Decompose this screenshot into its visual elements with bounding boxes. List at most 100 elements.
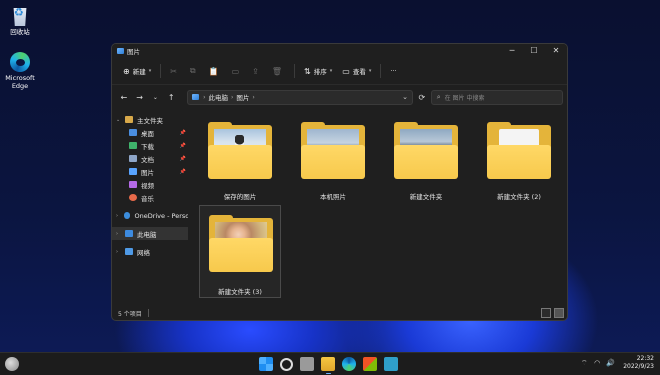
share-icon: ⇪	[252, 66, 259, 76]
pictures-folder-icon	[192, 94, 200, 100]
view-label: 查看	[352, 68, 366, 76]
music-icon	[129, 194, 137, 201]
sidebar-item-music[interactable]: 音乐	[112, 191, 188, 204]
pin-icon: 📌	[179, 168, 186, 175]
chevron-down-icon: ⌄	[116, 116, 121, 123]
minimize-button[interactable]: ─	[501, 44, 523, 58]
search-box[interactable]: ⌕ 在 图片 中搜索	[430, 89, 563, 105]
address-bar[interactable]: › 此电脑 › 图片 › ⌄	[187, 89, 413, 105]
delete-button[interactable]: 🗑	[267, 61, 290, 81]
desktop-icon	[129, 129, 137, 136]
sort-button[interactable]: ⇅ 排序 ▾	[299, 61, 337, 81]
network-icon	[125, 248, 133, 255]
pictures-folder-icon	[117, 48, 124, 54]
folder-item[interactable]: 保存的图片	[199, 115, 281, 201]
home-icon	[125, 116, 133, 123]
back-button[interactable]: ←	[116, 93, 132, 102]
share-button[interactable]: ⇪	[247, 61, 267, 81]
rename-button[interactable]: ▭	[227, 61, 248, 81]
address-dropdown-icon[interactable]: ⌄	[402, 93, 408, 101]
copy-button[interactable]: ⧉	[185, 61, 204, 81]
sidebar-item-documents[interactable]: 文档 📌	[112, 152, 188, 165]
file-explorer-window: 图片 ─ ☐ ✕ ⊕ 新建 ▾ ✂ ⧉ 📋 ▭ ⇪ 🗑 ⇅ 排序 ▾ ▭ 查看 …	[111, 43, 568, 321]
volume-icon[interactable]: 🔊	[606, 359, 615, 367]
breadcrumb-pictures[interactable]: 图片	[236, 92, 249, 102]
sidebar-item-network[interactable]: › 网络	[112, 245, 188, 258]
folder-item[interactable]: 新建文件夹 (2)	[478, 115, 560, 201]
sort-icon: ⇅	[304, 66, 311, 76]
folder-item[interactable]: 新建文件夹 (3)	[199, 205, 281, 298]
taskbar: ⌔ ◠ 🔊 22:32 2022/9/23	[0, 352, 660, 375]
refresh-button[interactable]: ⟳	[413, 93, 431, 102]
weather-widget-icon[interactable]	[5, 357, 19, 371]
recycle-bin-icon	[13, 8, 27, 26]
desktop-icon-recycle-bin[interactable]: 回收站	[0, 6, 40, 36]
sidebar-item-label: 文档	[141, 155, 154, 164]
file-explorer-icon[interactable]	[321, 357, 335, 374]
folder-icon	[209, 215, 273, 272]
task-view-icon[interactable]	[300, 357, 314, 371]
sidebar-item-onedrive[interactable]: › OneDrive - Persona	[112, 209, 188, 222]
search-placeholder: 在 图片 中搜索	[444, 94, 485, 102]
desktop-icon-label: 回收站	[10, 28, 30, 36]
cloud-icon	[123, 212, 131, 219]
clipboard-icon: 📋	[208, 66, 219, 76]
large-icons-view-button[interactable]	[554, 308, 564, 318]
search-icon: ⌕	[436, 92, 441, 101]
forward-button[interactable]: →	[132, 93, 148, 102]
sidebar-item-label: 下载	[141, 142, 154, 151]
chevron-right-icon: ›	[116, 212, 118, 219]
file-list: 保存的图片 本机照片 新建文件夹 新建文件夹 (2) 新建文件夹 (3)	[188, 109, 567, 306]
sidebar-item-label: 图片	[141, 168, 154, 177]
taskbar-apps	[259, 357, 405, 374]
start-icon[interactable]	[259, 357, 273, 371]
folder-label: 本机照片	[320, 193, 346, 201]
status-divider	[147, 309, 149, 317]
new-button[interactable]: ⊕ 新建 ▾	[118, 61, 156, 81]
edge-icon[interactable]	[342, 357, 356, 371]
system-tray: ⌔ ◠ 🔊 22:32 2022/9/23	[580, 355, 654, 371]
chevron-down-icon: ▾	[148, 68, 152, 74]
window-title: 图片	[127, 48, 140, 56]
sidebar-item-home[interactable]: ⌄ 主文件夹	[112, 113, 188, 126]
computer-icon	[125, 230, 133, 237]
close-button[interactable]: ✕	[545, 44, 567, 58]
search-icon[interactable]	[280, 358, 293, 371]
maximize-button[interactable]: ☐	[523, 44, 545, 58]
sidebar-item-desktop[interactable]: 桌面 📌	[112, 126, 188, 139]
sidebar-item-label: 网络	[137, 248, 150, 257]
folder-icon	[394, 122, 458, 179]
video-icon	[129, 181, 137, 188]
chevron-right-icon: ›	[230, 93, 234, 101]
folder-label: 新建文件夹 (2)	[497, 193, 541, 201]
more-options-button[interactable]: ···	[385, 61, 401, 81]
up-button[interactable]: ↑	[163, 93, 179, 102]
breadcrumb-this-pc[interactable]: 此电脑	[208, 92, 228, 102]
monitor-icon: ▭	[342, 66, 350, 76]
clock[interactable]: 22:32 2022/9/23	[623, 355, 654, 371]
new-label: 新建	[132, 68, 146, 76]
network-tray-icon[interactable]: ⌔	[580, 359, 588, 367]
notepad-icon[interactable]	[384, 357, 398, 371]
navigation-pane: ⌄ 主文件夹 桌面 📌 下载 📌 文档 📌 图片 📌 视频 音乐 › OneDr…	[112, 109, 188, 306]
cut-button[interactable]: ✂	[165, 61, 185, 81]
sidebar-item-pictures[interactable]: 图片 📌	[112, 165, 188, 178]
wifi-icon[interactable]: ◠	[593, 359, 601, 367]
sidebar-item-downloads[interactable]: 下载 📌	[112, 139, 188, 152]
desktop-icon-edge[interactable]: Microsoft Edge	[0, 52, 40, 90]
status-bar: 5 个项目	[112, 306, 567, 320]
recent-locations-button[interactable]: ⌄	[148, 94, 164, 101]
sidebar-item-this-pc[interactable]: › 此电脑	[112, 227, 188, 240]
sidebar-item-label: 桌面	[141, 129, 154, 138]
store-icon[interactable]	[363, 357, 377, 371]
paste-button[interactable]: 📋	[204, 61, 227, 81]
folder-item[interactable]: 本机照片	[292, 115, 374, 201]
folder-item[interactable]: 新建文件夹	[385, 115, 467, 201]
view-button[interactable]: ▭ 查看 ▾	[337, 61, 376, 81]
download-icon	[129, 142, 137, 149]
desktop-icon-label: Microsoft Edge	[5, 74, 35, 90]
sidebar-item-videos[interactable]: 视频	[112, 178, 188, 191]
chevron-down-icon: ▾	[329, 68, 333, 74]
sidebar-item-label: 音乐	[141, 194, 154, 203]
details-view-button[interactable]	[541, 308, 551, 318]
